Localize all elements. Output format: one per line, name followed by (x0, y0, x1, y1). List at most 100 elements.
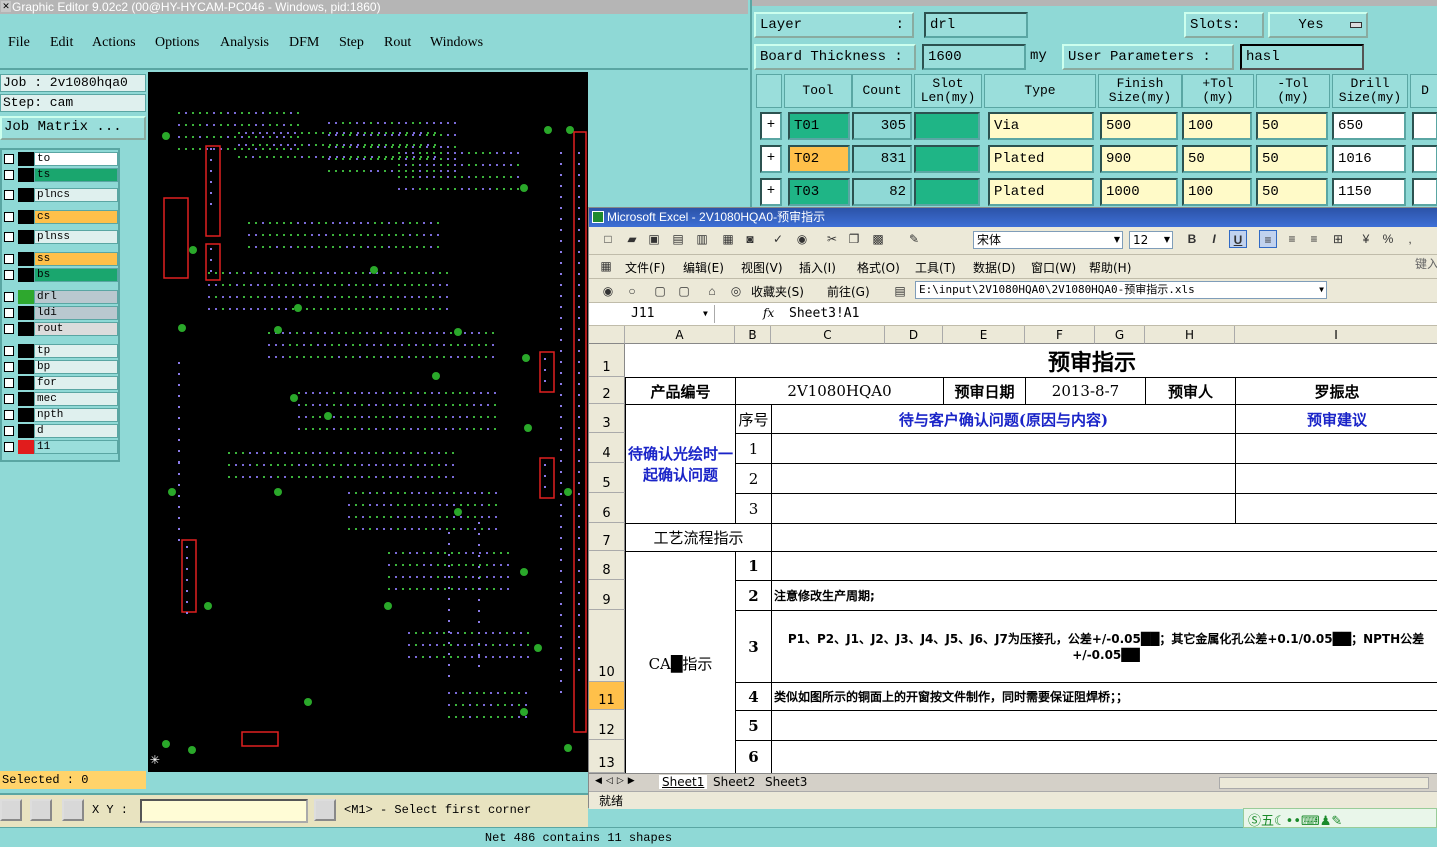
layer-color-swatch[interactable] (18, 392, 34, 406)
slots-dropdown[interactable]: Yes (1268, 12, 1368, 38)
close-icon[interactable]: ✕ (1, 1, 11, 12)
layer-checkbox[interactable] (4, 212, 14, 222)
menu-view-cn[interactable]: 视图(V) (741, 259, 783, 276)
layer-name[interactable]: d (34, 424, 118, 438)
select-all-corner[interactable] (589, 326, 625, 344)
menu-tools-cn[interactable]: 工具(T) (915, 259, 956, 276)
row-header[interactable]: 9 (589, 580, 625, 610)
menu-analysis[interactable]: Analysis (220, 35, 269, 51)
layer-checkbox[interactable] (4, 170, 14, 180)
seq-cell[interactable]: 3 (735, 493, 772, 524)
layer-checkbox[interactable] (4, 308, 14, 318)
layer-row[interactable]: for (2, 376, 118, 390)
layer-name[interactable]: npth (34, 408, 118, 422)
layer-color-swatch[interactable] (18, 168, 34, 182)
new-icon[interactable]: □ (599, 230, 617, 248)
layer-name[interactable]: mec (34, 392, 118, 406)
layer-color-swatch[interactable] (18, 440, 34, 454)
cam-seq-cell[interactable]: 5 (735, 710, 772, 741)
formula-input[interactable]: Sheet3!A1 (789, 306, 859, 321)
layer-row[interactable]: plncs (2, 188, 118, 202)
row-header[interactable]: 13 (589, 740, 625, 773)
sheet-tab-3[interactable]: Sheet3 (765, 775, 807, 789)
drill-size-input[interactable]: 650 (1332, 112, 1406, 140)
name-box[interactable]: J11 ▼ (591, 305, 715, 323)
job-matrix-button[interactable]: Job Matrix ... (0, 116, 146, 140)
drill-size-input[interactable]: 1150 (1332, 178, 1406, 206)
layer-checkbox[interactable] (4, 190, 14, 200)
layer-name[interactable]: ldi (34, 306, 118, 320)
layer-name[interactable]: to (34, 152, 118, 166)
cam-seq-cell[interactable]: 6 (735, 740, 772, 773)
column-header[interactable]: F (1025, 326, 1095, 344)
issue-cell[interactable] (771, 433, 1236, 464)
layer-value-field[interactable]: drl (924, 12, 1028, 38)
comma-icon[interactable]: , (1401, 230, 1419, 248)
column-header[interactable]: C (771, 326, 885, 344)
column-header[interactable]: E (943, 326, 1025, 344)
layer-name[interactable]: plncs (34, 188, 118, 202)
menu-window-cn[interactable]: 窗口(W) (1031, 259, 1076, 276)
layer-row[interactable]: to (2, 152, 118, 166)
sheet-tab-1[interactable]: Sheet1 (659, 775, 708, 789)
menu-options[interactable]: Options (155, 35, 199, 51)
tool-cell[interactable]: T02 (788, 145, 850, 173)
cam-item-cell[interactable] (771, 740, 1437, 773)
layer-row[interactable]: npth (2, 408, 118, 422)
column-header[interactable]: D (885, 326, 943, 344)
row-header[interactable]: 12 (589, 710, 625, 740)
layer-color-swatch[interactable] (18, 344, 34, 358)
layer-row[interactable]: cs (2, 210, 118, 224)
align-right-icon[interactable]: ≡ (1305, 230, 1323, 248)
plus-tol-input[interactable]: 100 (1182, 178, 1252, 206)
date-label-cell[interactable]: 预审日期 (943, 377, 1026, 405)
layer-row[interactable]: d (2, 424, 118, 438)
sheet-tab-2[interactable]: Sheet2 (713, 775, 755, 789)
finish-size-input[interactable]: 1000 (1100, 178, 1178, 206)
refresh-icon[interactable]: ▢ (675, 282, 693, 300)
layer-row[interactable]: tp (2, 344, 118, 358)
layer-name[interactable]: drl (34, 290, 118, 304)
ime-toolbar[interactable]: Ⓢ五☾••⌨♟✎ (1243, 808, 1437, 829)
email-icon[interactable]: ▥ (693, 230, 711, 248)
bold-icon[interactable]: B (1183, 230, 1201, 248)
row-header[interactable]: 6 (589, 493, 625, 523)
type-dropdown[interactable]: Plated (988, 178, 1094, 206)
layer-row[interactable]: ss (2, 252, 118, 266)
cam-seq-cell[interactable]: 3 (735, 610, 772, 683)
plus-tol-input[interactable]: 100 (1182, 112, 1252, 140)
italic-icon[interactable]: I (1205, 230, 1223, 248)
layer-name[interactable]: plnss (34, 230, 118, 244)
zoom-box-tool-icon[interactable] (0, 799, 22, 821)
layer-checkbox[interactable] (4, 426, 14, 436)
drill-size-input[interactable]: 1016 (1332, 145, 1406, 173)
layer-color-swatch[interactable] (18, 230, 34, 244)
column-header[interactable]: I (1235, 326, 1437, 344)
issue-cell[interactable] (771, 463, 1236, 494)
layer-checkbox[interactable] (4, 270, 14, 280)
layer-name[interactable]: bs (34, 268, 118, 282)
layer-checkbox[interactable] (4, 442, 14, 452)
minus-tol-input[interactable]: 50 (1256, 145, 1328, 173)
product-label-cell[interactable]: 产品编号 (625, 377, 736, 405)
cut-icon[interactable]: ✂ (823, 230, 841, 248)
layer-row[interactable]: bp (2, 360, 118, 374)
layer-name[interactable]: tp (34, 344, 118, 358)
align-center-icon[interactable]: ≡ (1283, 230, 1301, 248)
row-header[interactable]: 8 (589, 551, 625, 580)
percent-icon[interactable]: % (1379, 230, 1397, 248)
open-icon[interactable]: ▰ (623, 230, 641, 248)
layer-color-swatch[interactable] (18, 376, 34, 390)
menu-data-cn[interactable]: 数据(D) (973, 259, 1016, 276)
format-painter-icon[interactable]: ✎ (905, 230, 923, 248)
cam-seq-cell[interactable]: 2 (735, 580, 772, 611)
minus-tol-input[interactable]: 50 (1256, 112, 1328, 140)
row-header[interactable]: 5 (589, 463, 625, 493)
sheet-scroll-icons[interactable]: ◀◁▷▶ (595, 776, 639, 786)
cam-item-cell[interactable]: 注意修改生产周期; (771, 580, 1437, 611)
seq-cell[interactable]: 2 (735, 463, 772, 494)
layer-checkbox[interactable] (4, 362, 14, 372)
spelling-icon[interactable]: ✓ (769, 230, 787, 248)
type-dropdown[interactable]: Plated (988, 145, 1094, 173)
menu-file-cn[interactable]: 文件(F) (625, 259, 665, 276)
